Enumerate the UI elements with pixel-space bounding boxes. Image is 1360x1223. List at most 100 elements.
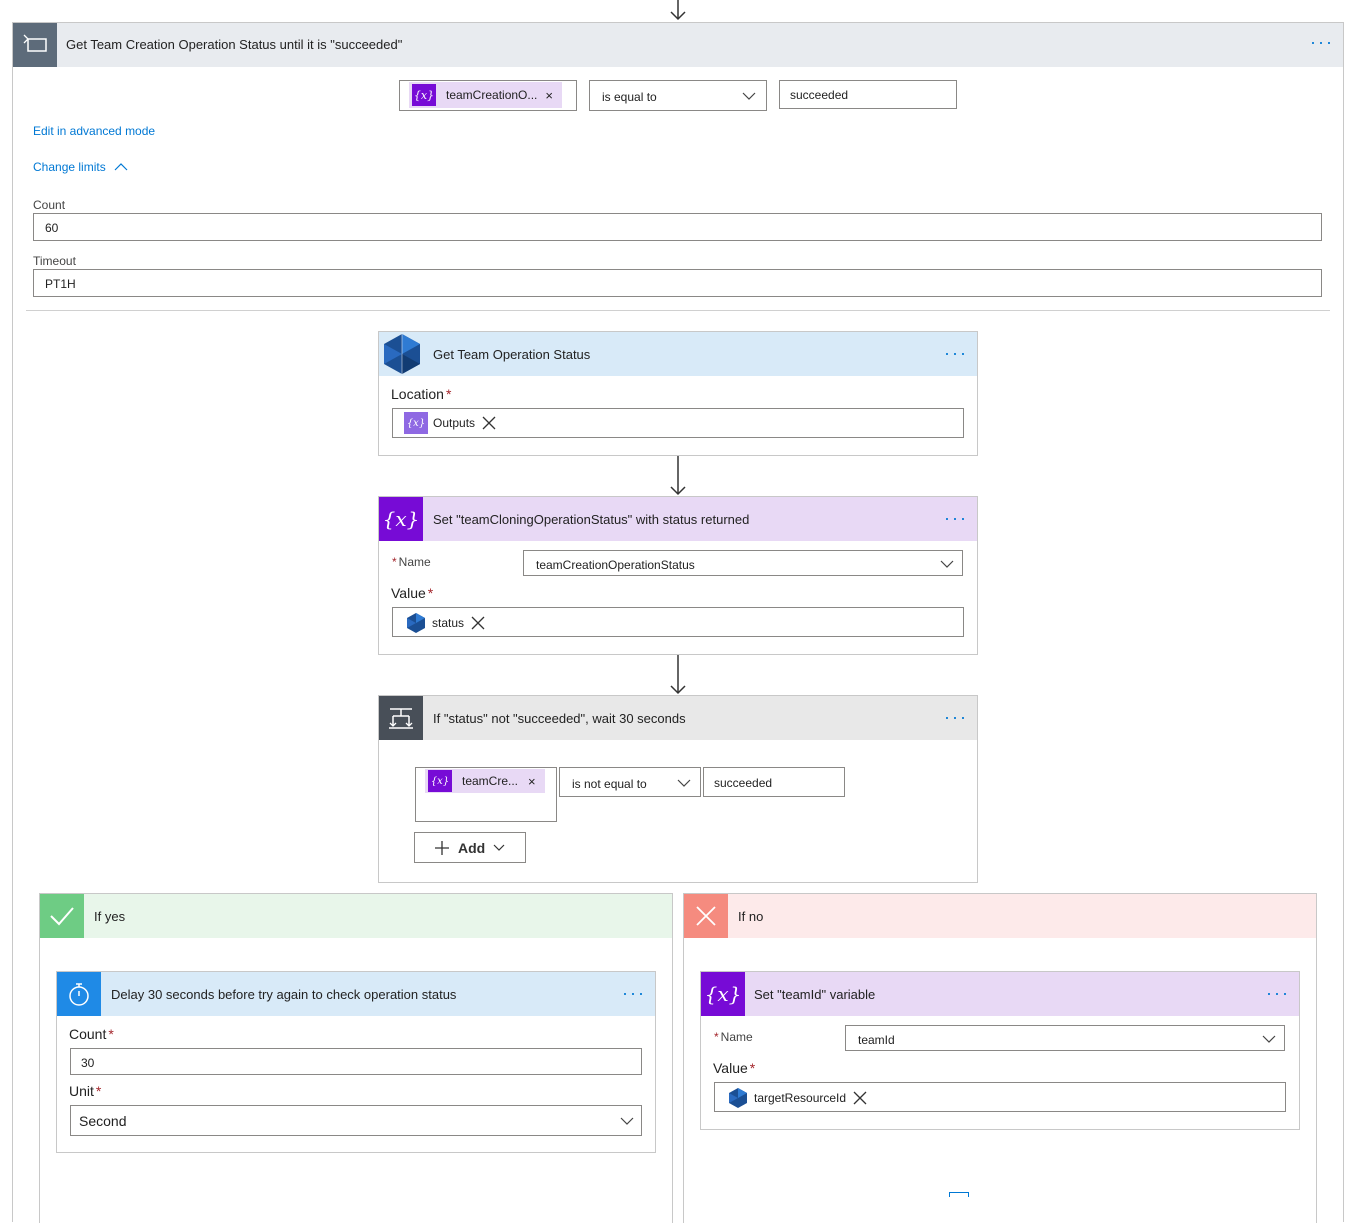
divider bbox=[26, 310, 1330, 311]
cross-icon bbox=[684, 894, 728, 938]
close-icon[interactable] bbox=[470, 615, 486, 631]
required-mark: * bbox=[714, 1030, 719, 1044]
more-options-icon[interactable]: ··· bbox=[622, 984, 646, 1002]
teamid-name-label: * Name bbox=[714, 1030, 753, 1044]
graph-connector-icon bbox=[407, 613, 425, 633]
chevron-up-icon bbox=[114, 163, 128, 171]
remove-token-icon[interactable]: × bbox=[528, 774, 536, 789]
more-options-icon[interactable]: ··· bbox=[944, 708, 968, 726]
required-mark: * bbox=[108, 1026, 114, 1042]
variable-icon: {x} bbox=[412, 84, 436, 106]
teamid-value-label-text: Value bbox=[713, 1060, 748, 1076]
condition-title: If "status" not "succeeded", wait 30 sec… bbox=[433, 711, 686, 726]
count-label: Count bbox=[33, 198, 66, 212]
chevron-down-icon bbox=[1262, 1035, 1276, 1043]
condition-value-input[interactable]: succeeded bbox=[703, 767, 845, 797]
required-mark: * bbox=[749, 1060, 756, 1076]
delay-unit-select[interactable]: Second bbox=[70, 1105, 642, 1136]
condition-value-text: succeeded bbox=[714, 776, 773, 790]
more-options-icon[interactable]: ··· bbox=[1310, 33, 1334, 51]
delay-count-label: Count * bbox=[69, 1026, 114, 1042]
location-label-text: Location bbox=[391, 386, 444, 402]
graph-connector-icon bbox=[380, 332, 424, 376]
name-label-text: Name bbox=[398, 555, 431, 569]
more-options-icon[interactable]: ··· bbox=[1266, 984, 1290, 1002]
close-icon[interactable] bbox=[481, 415, 497, 431]
timeout-label: Timeout bbox=[33, 254, 76, 268]
if-yes-header[interactable]: If yes bbox=[40, 894, 672, 938]
delay-count-label-text: Count bbox=[69, 1026, 107, 1042]
condition-header[interactable]: If "status" not "succeeded", wait 30 sec… bbox=[379, 696, 977, 740]
flow-arrow-icon bbox=[670, 655, 686, 695]
if-no-header[interactable]: If no bbox=[684, 894, 1316, 938]
remove-token-icon[interactable]: × bbox=[545, 88, 553, 103]
timeout-value: PT1H bbox=[45, 277, 76, 291]
variable-name-value: teamCreationOperationStatus bbox=[536, 558, 695, 572]
teamid-name-value: teamId bbox=[858, 1033, 895, 1047]
value-label-text: Value bbox=[391, 585, 426, 601]
edit-advanced-link[interactable]: Edit in advanced mode bbox=[33, 124, 155, 138]
until-title: Get Team Creation Operation Status until… bbox=[66, 37, 403, 52]
until-header[interactable]: Get Team Creation Operation Status until… bbox=[13, 23, 1343, 67]
condition-operator-label: is not equal to bbox=[572, 777, 647, 791]
if-no-label: If no bbox=[738, 909, 764, 924]
name-label: * Name bbox=[392, 555, 431, 569]
more-options-icon[interactable]: ··· bbox=[944, 344, 968, 362]
set-var-header[interactable]: {x} Set "teamCloningOperationStatus" wit… bbox=[379, 497, 977, 541]
value-label: Value * bbox=[391, 585, 433, 601]
chevron-down-icon bbox=[677, 779, 691, 787]
required-mark: * bbox=[445, 386, 452, 402]
plus-icon bbox=[435, 840, 449, 855]
variable-name-select[interactable]: teamCreationOperationStatus bbox=[523, 550, 963, 576]
flow-arrow-icon bbox=[670, 456, 686, 496]
get-status-title: Get Team Operation Status bbox=[433, 347, 591, 362]
until-token-label: teamCreationO... bbox=[446, 88, 538, 102]
target-resource-token-label: targetResourceId bbox=[754, 1091, 847, 1105]
variable-icon: {x} bbox=[404, 412, 428, 434]
add-button[interactable]: Add bbox=[414, 832, 526, 863]
add-button-label: Add bbox=[458, 839, 486, 856]
target-resource-token[interactable]: targetResourceId bbox=[727, 1087, 868, 1109]
timeout-input[interactable]: PT1H bbox=[33, 269, 1322, 297]
variable-icon: {x} bbox=[428, 770, 452, 792]
until-condition-token[interactable]: {x} teamCreationO... × bbox=[409, 82, 562, 108]
condition-token-label: teamCre... bbox=[462, 774, 519, 788]
until-operator-label: is equal to bbox=[602, 90, 657, 104]
close-icon[interactable] bbox=[852, 1090, 868, 1106]
variable-icon: {x} bbox=[379, 497, 423, 541]
until-value-input[interactable]: succeeded bbox=[779, 80, 957, 109]
timer-icon bbox=[57, 972, 101, 1016]
chevron-down-icon bbox=[620, 1117, 634, 1125]
more-options-icon[interactable]: ··· bbox=[944, 509, 968, 527]
location-token-label: Outputs bbox=[433, 416, 476, 430]
chevron-down-icon bbox=[742, 92, 756, 100]
until-value-text: succeeded bbox=[790, 88, 849, 102]
until-loop-icon bbox=[13, 23, 57, 67]
chevron-down-icon bbox=[940, 560, 954, 568]
set-teamid-title: Set "teamId" variable bbox=[754, 987, 876, 1002]
teamid-name-select[interactable]: teamId bbox=[845, 1025, 1285, 1051]
required-mark: * bbox=[95, 1083, 102, 1099]
variable-icon: {x} bbox=[701, 972, 745, 1016]
teamid-name-label-text: Name bbox=[720, 1030, 753, 1044]
count-input[interactable]: 60 bbox=[33, 213, 1322, 241]
chevron-down-icon bbox=[493, 844, 505, 851]
condition-operator-select[interactable]: is not equal to bbox=[559, 767, 701, 797]
delay-count-input[interactable]: 30 bbox=[70, 1048, 642, 1075]
until-operator-select[interactable]: is equal to bbox=[589, 80, 767, 111]
flow-arrow-icon bbox=[670, 0, 686, 21]
add-action-handle[interactable] bbox=[949, 1192, 969, 1197]
delay-header[interactable]: Delay 30 seconds before try again to che… bbox=[57, 972, 655, 1016]
count-value: 60 bbox=[45, 221, 59, 235]
condition-token[interactable]: {x} teamCre... × bbox=[425, 769, 545, 793]
change-limits-link[interactable]: Change limits bbox=[33, 160, 128, 174]
change-limits-label: Change limits bbox=[33, 160, 106, 174]
teamid-value-label: Value * bbox=[713, 1060, 755, 1076]
delay-unit-label: Unit * bbox=[69, 1083, 101, 1099]
status-token[interactable]: status bbox=[405, 612, 486, 634]
checkmark-icon bbox=[40, 894, 84, 938]
location-token[interactable]: {x} Outputs bbox=[404, 412, 497, 434]
get-status-header[interactable]: Get Team Operation Status ··· bbox=[379, 332, 977, 376]
set-teamid-header[interactable]: {x} Set "teamId" variable ··· bbox=[701, 972, 1299, 1016]
if-yes-label: If yes bbox=[94, 909, 126, 924]
